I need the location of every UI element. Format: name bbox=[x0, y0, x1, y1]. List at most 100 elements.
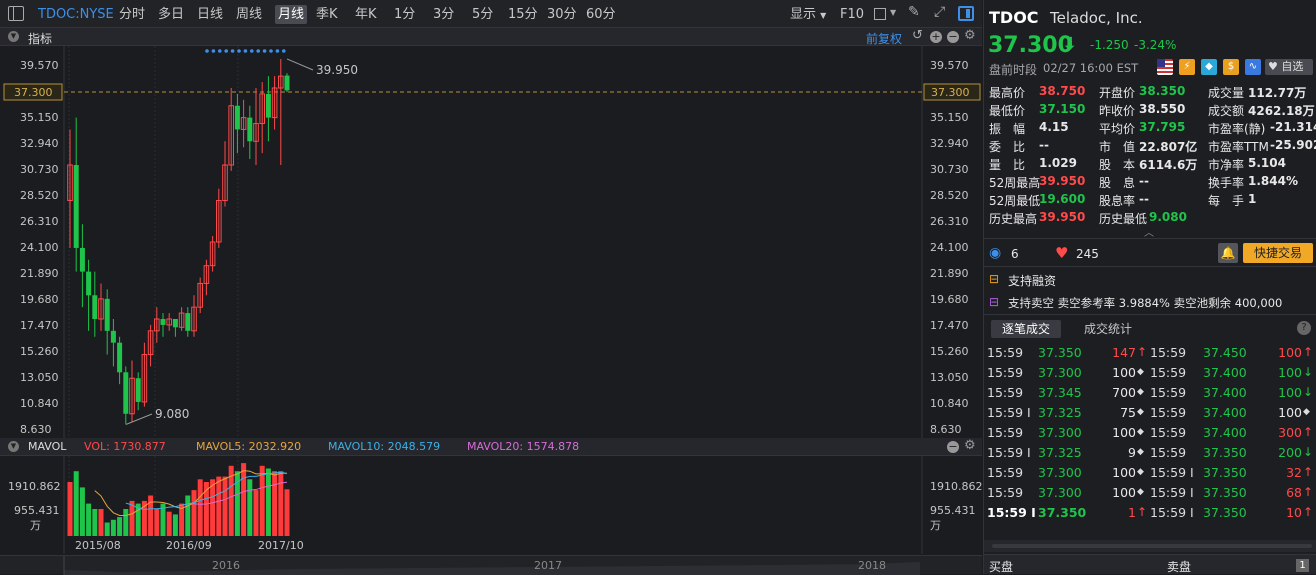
settings-gear-icon[interactable]: ⚙ bbox=[964, 28, 976, 43]
y-tick-label: 35.150 bbox=[20, 111, 59, 124]
period-tab[interactable]: 5分 bbox=[472, 5, 493, 24]
layout-toggle-icon[interactable] bbox=[958, 6, 974, 21]
stat-label: 委 比 bbox=[989, 140, 1026, 154]
trade-row: 15:59 37.300 100 ◆ 15:59 37.400 300 ↑ bbox=[984, 422, 1316, 442]
stat-label: 昨收价 bbox=[1099, 104, 1136, 118]
stat-value: 22.807亿 bbox=[1139, 140, 1198, 154]
fullscreen-icon[interactable]: ⤢ bbox=[934, 4, 945, 20]
quick-trade-button[interactable]: 快捷交易 bbox=[1243, 243, 1313, 263]
trade-price: 37.400 bbox=[1203, 385, 1247, 400]
diamond-icon: ◆ bbox=[1137, 387, 1144, 397]
period-tab[interactable]: 60分 bbox=[586, 5, 616, 24]
stat-value: 112.77万 bbox=[1248, 86, 1307, 100]
period-tab[interactable]: 15分 bbox=[508, 5, 538, 24]
period-tab[interactable]: 分时 bbox=[119, 5, 145, 24]
stat-value: 19.600 bbox=[1039, 192, 1086, 206]
dollar-icon[interactable]: $ bbox=[1223, 59, 1239, 75]
period-tab[interactable]: 年K bbox=[355, 5, 377, 24]
time-navigator[interactable]: 2016 2017 2018 bbox=[0, 555, 982, 575]
stat-value: 1.029 bbox=[1039, 156, 1077, 170]
trade-row: 15:59 I 37.325 9 ◆ 15:59 37.350 200 ↓ bbox=[984, 442, 1316, 462]
draw-box-icon[interactable] bbox=[874, 8, 886, 20]
collapse-icon[interactable]: ▼ bbox=[8, 31, 19, 42]
display-menu[interactable]: 显示 ▼ bbox=[790, 5, 826, 24]
arrow-down-icon: ↓ bbox=[1303, 445, 1314, 459]
candle-body bbox=[185, 313, 191, 331]
symbol-label[interactable]: TDOC:NYSE bbox=[38, 5, 114, 24]
trade-price: 37.300 bbox=[1038, 465, 1082, 480]
y-tick-label: 13.050 bbox=[930, 371, 969, 384]
y-tick-label: 19.680 bbox=[20, 293, 59, 306]
trade-volume: 100 bbox=[1112, 365, 1136, 380]
chart-wave-icon[interactable]: ∿ bbox=[1245, 59, 1261, 75]
candle-body bbox=[123, 372, 129, 414]
trade-time: 15:59 I bbox=[987, 505, 1036, 520]
heart-icon[interactable]: ♥ bbox=[1055, 244, 1068, 262]
f10-button[interactable]: F10 bbox=[840, 5, 864, 24]
margin-icon: ⊟ bbox=[989, 272, 1000, 286]
y-tick-label: 39.570 bbox=[20, 59, 59, 72]
period-tab[interactable]: 周线 bbox=[236, 5, 262, 24]
diamond-icon: ◆ bbox=[1137, 447, 1144, 457]
volume-chart[interactable]: 1910.862 1910.862 955.431 955.431 万 万 2015/08 2… bbox=[0, 456, 982, 554]
stat-label: 历史最高 bbox=[989, 212, 1038, 226]
trade-price: 37.350 bbox=[1203, 465, 1247, 480]
lightning-icon[interactable]: ⚡ bbox=[1179, 59, 1195, 75]
trade-time: 15:59 bbox=[987, 365, 1024, 380]
period-tab[interactable]: 月线 bbox=[275, 5, 308, 24]
undo-icon[interactable]: ↺ bbox=[912, 28, 923, 43]
tab-trade-stats[interactable]: 成交统计 bbox=[1084, 320, 1132, 338]
remove-indicator-icon[interactable]: − bbox=[947, 441, 959, 453]
candle-body bbox=[104, 298, 110, 331]
mavol5-value: MAVOL5: 2032.920 bbox=[196, 440, 302, 453]
stat-value: -- bbox=[1139, 192, 1149, 206]
trade-time: 15:59 bbox=[987, 345, 1024, 360]
stat-value: 1.844% bbox=[1248, 174, 1298, 188]
y-tick-label: 28.520 bbox=[20, 189, 59, 202]
caret-down-icon: ▼ bbox=[820, 11, 827, 20]
stat-value: -- bbox=[1039, 138, 1049, 152]
bell-icon[interactable]: 🔔 bbox=[1218, 243, 1238, 263]
period-tab[interactable]: 30分 bbox=[547, 5, 577, 24]
trade-scrollbar[interactable] bbox=[984, 540, 1316, 552]
volume-bar bbox=[191, 490, 197, 536]
sidebar-toggle-icon[interactable] bbox=[8, 6, 24, 21]
y-tick-label: 8.630 bbox=[20, 423, 52, 436]
short-info: 支持卖空 卖空参考率 3.9884% 卖空池剩余 400,000 bbox=[1008, 296, 1283, 310]
stat-label: 股息率 bbox=[1099, 194, 1136, 208]
adjust-button[interactable]: 前复权 bbox=[866, 30, 902, 47]
trade-price: 37.300 bbox=[1038, 425, 1082, 440]
period-tab[interactable]: 日线 bbox=[197, 5, 223, 24]
trade-price: 37.325 bbox=[1038, 405, 1082, 420]
remove-indicator-icon[interactable]: − bbox=[947, 31, 959, 43]
y-tick-label: 35.150 bbox=[930, 111, 969, 124]
stat-value: 4262.18万 bbox=[1248, 104, 1315, 118]
settings-gear-icon[interactable]: ⚙ bbox=[964, 438, 976, 453]
period-tab[interactable]: 3分 bbox=[433, 5, 454, 24]
heart-icon: ♥ bbox=[1268, 60, 1278, 73]
diamond-icon: ◆ bbox=[1137, 467, 1144, 477]
stat-label: 股 本 bbox=[1099, 158, 1136, 172]
y-tick-label: 21.890 bbox=[20, 267, 59, 280]
vol-y-tick: 955.431 bbox=[930, 504, 976, 517]
vol-y-tick: 1910.862 bbox=[930, 480, 982, 493]
period-tab[interactable]: 1分 bbox=[394, 5, 415, 24]
tag-icon[interactable]: ◆ bbox=[1201, 59, 1217, 75]
period-tab[interactable]: 季K bbox=[316, 5, 338, 24]
y-tick-label: 15.260 bbox=[930, 345, 969, 358]
arrow-down-icon: ↓ bbox=[1303, 385, 1314, 399]
watchlist-button[interactable]: ♥ 自选 bbox=[1265, 59, 1313, 75]
last-price: 37.300 bbox=[988, 33, 1073, 58]
help-icon[interactable]: ? bbox=[1297, 321, 1311, 335]
caret-down-icon[interactable]: ▼ bbox=[890, 8, 896, 17]
collapse-icon[interactable]: ▼ bbox=[8, 441, 19, 452]
pencil-icon[interactable]: ✎ bbox=[908, 4, 920, 20]
y-tick-label: 13.050 bbox=[20, 371, 59, 384]
expand-chevron-icon[interactable]: ︿ bbox=[1144, 224, 1154, 239]
candlestick-chart[interactable]: 39.570 39.570 35.150 35.150 32.940 32.940 30.7… bbox=[0, 46, 982, 438]
period-tab[interactable]: 多日 bbox=[158, 5, 184, 24]
buy-side-label: 买盘 bbox=[989, 560, 1014, 574]
annotation-line bbox=[125, 413, 153, 425]
tab-tick-trades[interactable]: 逐笔成交 bbox=[991, 320, 1061, 338]
add-indicator-icon[interactable]: + bbox=[930, 31, 942, 43]
